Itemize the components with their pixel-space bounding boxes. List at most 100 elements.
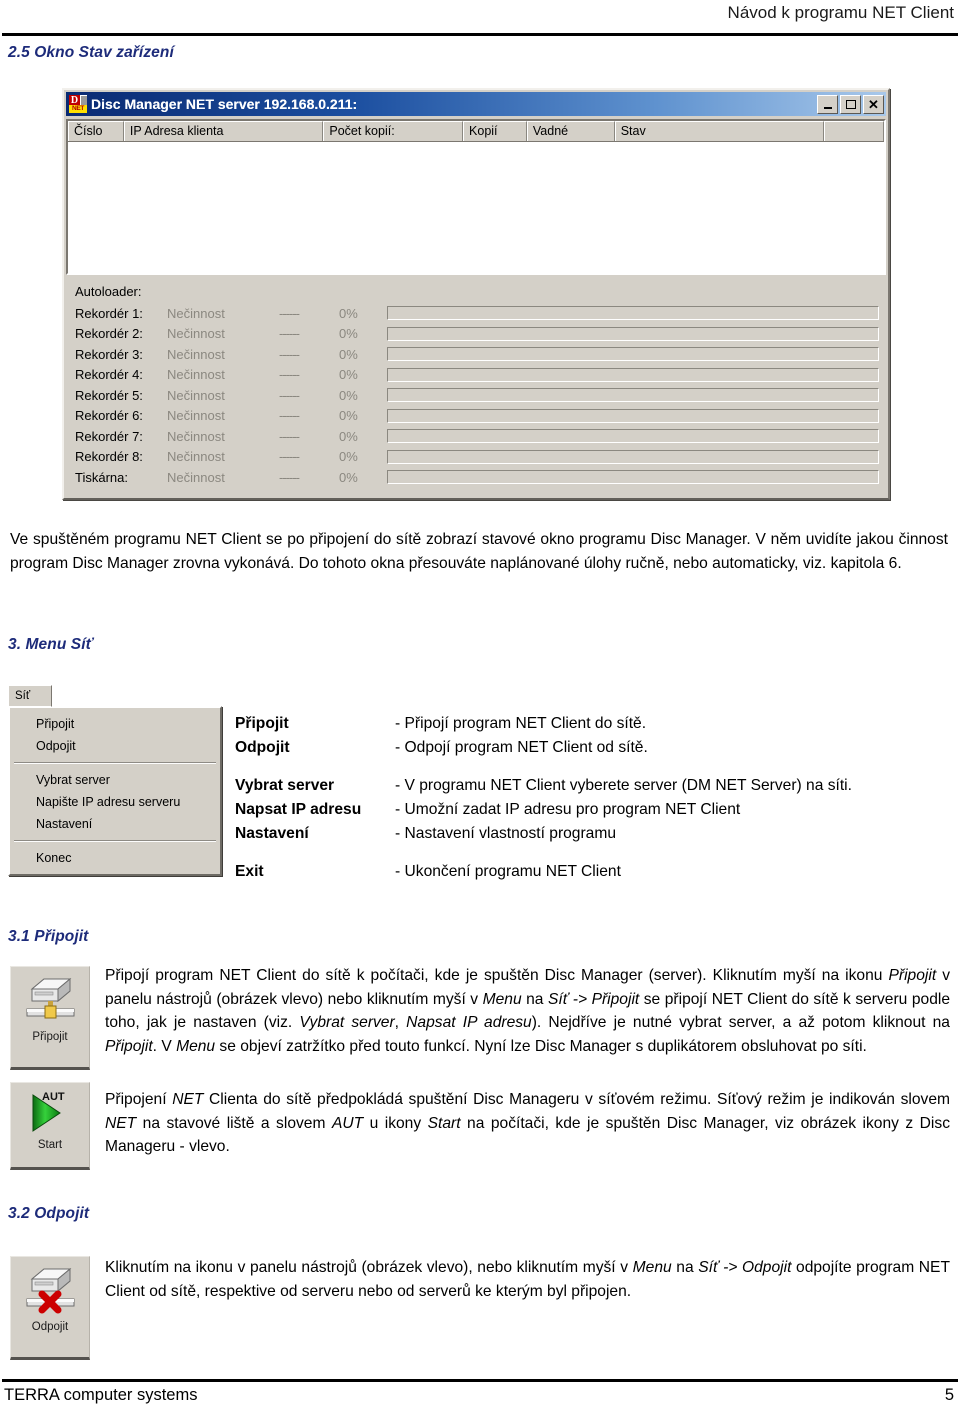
sit-menu-screenshot: Síť Připojit Odpojit Vybrat server Napište …	[8, 685, 230, 876]
header-title: Návod k programu NET Client	[727, 3, 954, 22]
minimize-button[interactable]	[817, 94, 838, 114]
device-name: Rekordér 6:	[75, 408, 143, 424]
footer-page-number: 5	[944, 1386, 954, 1404]
device-percent: 0%	[339, 408, 358, 424]
device-percent: 0%	[339, 449, 358, 465]
menu-description-text: - Ukončení programu NET Client	[395, 863, 621, 880]
page-header: Návod k programu NET Client	[0, 0, 960, 32]
device-name: Rekordér 7:	[75, 428, 143, 444]
device-row: Rekordér 6: Nečinnost ------ 0%	[75, 406, 879, 427]
device-detail: ------	[279, 428, 300, 444]
device-state: Nečinnost	[167, 326, 225, 342]
close-icon: ✕	[868, 96, 879, 112]
column-header[interactable]: Stav	[614, 121, 825, 141]
device-percent: 0%	[339, 469, 358, 485]
toolbar-button-pripojit[interactable]: Připojit	[10, 966, 90, 1070]
disc-manager-app-icon: D NET	[69, 95, 87, 113]
client-list-view[interactable]: Číslo IP Adresa klienta Počet kopií: Kopií V…	[66, 119, 886, 275]
device-percent: 0%	[339, 305, 358, 321]
device-row: Rekordér 8: Nečinnost ------ 0%	[75, 447, 879, 468]
device-name: Rekordér 5:	[75, 387, 143, 403]
paragraph-3-1-b-text: Připojení NET Clienta do sítě předpoklád…	[105, 1091, 950, 1155]
device-progress-bar	[387, 449, 879, 464]
device-row: Rekordér 4: Nečinnost ------ 0%	[75, 365, 879, 386]
menu-item[interactable]: Odpojit	[10, 735, 220, 757]
toolbar-label-pripojit: Připojit	[32, 1031, 68, 1043]
device-percent: 0%	[339, 428, 358, 444]
paragraph-3-2: Kliknutím na ikonu v panelu nástrojů (ob…	[105, 1256, 950, 1303]
menu-description-row: Odpojit - Odpojí program NET Client od sí…	[235, 739, 955, 763]
autoloader-label: Autoloader:	[75, 284, 142, 299]
device-detail: ------	[279, 367, 300, 383]
device-detail: ------	[279, 408, 300, 424]
menu-item[interactable]: Napište IP adresu serveru	[10, 791, 220, 813]
column-header[interactable]: Číslo	[68, 121, 124, 141]
paragraph-3-1-b: Připojení NET Clienta do sítě předpoklád…	[105, 1088, 950, 1159]
device-state: Nečinnost	[167, 346, 225, 362]
device-row: Tiskárna: Nečinnost ------ 0%	[75, 467, 879, 488]
device-name: Rekordér 8:	[75, 449, 143, 465]
device-detail: ------	[279, 449, 300, 465]
menu-description-text: - V programu NET Client vyberete server …	[395, 777, 852, 794]
start-play-icon: AUT	[32, 1091, 65, 1132]
toolbar-button-start[interactable]: AUT Start	[10, 1082, 90, 1170]
device-percent: 0%	[339, 326, 358, 342]
device-detail: ------	[279, 305, 300, 321]
device-state: Nečinnost	[167, 469, 225, 485]
column-header[interactable]: Počet kopií:	[323, 121, 464, 141]
device-detail: ------	[279, 387, 300, 403]
toolbar-label-start: Start	[37, 1139, 63, 1151]
app-icon-accent	[81, 96, 87, 105]
device-detail: ------	[279, 326, 300, 342]
close-button[interactable]: ✕	[863, 94, 884, 114]
maximize-icon	[845, 99, 856, 109]
menu-description-text: - Odpojí program NET Client od sítě.	[395, 739, 648, 756]
device-row-list: Rekordér 1: Nečinnost ------ 0% Rekordér 2: N…	[75, 303, 879, 488]
device-progress-bar	[387, 367, 879, 382]
menu-tab-sit[interactable]: Síť	[8, 685, 52, 707]
device-percent: 0%	[339, 387, 358, 403]
device-name: Rekordér 1:	[75, 305, 143, 321]
section-heading-3-2: 3.2 Odpojit	[8, 1205, 90, 1222]
maximize-button[interactable]	[840, 94, 861, 114]
device-state: Nečinnost	[167, 449, 225, 465]
svg-text:AUT: AUT	[42, 1091, 65, 1103]
connect-drive-icon	[26, 977, 75, 1019]
menu-description-row: Napsat IP adresu - Umožní zadat IP adresu…	[235, 801, 955, 825]
disc-manager-window: D NET Disc Manager NET server 192.168.0.…	[62, 88, 890, 500]
menu-item[interactable]: Konec	[10, 847, 220, 869]
menu-description-term: Exit	[235, 863, 264, 880]
device-state: Nečinnost	[167, 387, 225, 403]
device-name: Rekordér 2:	[75, 326, 143, 342]
sit-menu-dropdown: Připojit Odpojit Vybrat server Napište IP a…	[8, 706, 222, 876]
menu-item[interactable]: Nastavení	[10, 813, 220, 835]
paragraph-3-1-a-text: Připojí program NET Client do sítě k poč…	[105, 967, 951, 1055]
menu-description-text: - Umožní zadat IP adresu pro program NET…	[395, 801, 741, 818]
device-row: Rekordér 1: Nečinnost ------ 0%	[75, 303, 879, 324]
column-header[interactable]: IP Adresa klienta	[123, 121, 324, 141]
column-header[interactable]: Kopií	[463, 121, 527, 141]
device-name: Rekordér 3:	[75, 346, 143, 362]
menu-item[interactable]: Připojit	[10, 713, 220, 735]
section-heading-3: 3. Menu Síť	[8, 636, 94, 653]
window-titlebar[interactable]: D NET Disc Manager NET server 192.168.0.…	[66, 92, 886, 116]
menu-description-term: Vybrat server	[235, 777, 335, 794]
device-progress-bar	[387, 388, 879, 403]
menu-description-list: Připojit - Připojí program NET Client do …	[235, 715, 955, 887]
menu-item[interactable]: Vybrat server	[10, 769, 220, 791]
column-header[interactable]	[824, 121, 884, 141]
disconnect-drive-icon	[26, 1267, 75, 1314]
toolbar-button-odpojit[interactable]: Odpojit	[10, 1256, 90, 1360]
device-progress-bar	[387, 429, 879, 444]
device-detail: ------	[279, 346, 300, 362]
device-name: Rekordér 4:	[75, 367, 143, 383]
toolbar-label-odpojit: Odpojit	[31, 1321, 69, 1333]
menu-description-row: Nastavení - Nastavení vlastností programu	[235, 825, 955, 849]
device-progress-bar	[387, 347, 879, 362]
client-list-body[interactable]	[68, 142, 884, 273]
paragraph-3-1-a: Připojí program NET Client do sítě k poč…	[105, 964, 950, 1058]
footer-company: TERRA computer systems	[4, 1386, 198, 1404]
device-progress-bar	[387, 408, 879, 423]
device-row: Rekordér 3: Nečinnost ------ 0%	[75, 344, 879, 365]
column-header[interactable]: Vadné	[526, 121, 615, 141]
